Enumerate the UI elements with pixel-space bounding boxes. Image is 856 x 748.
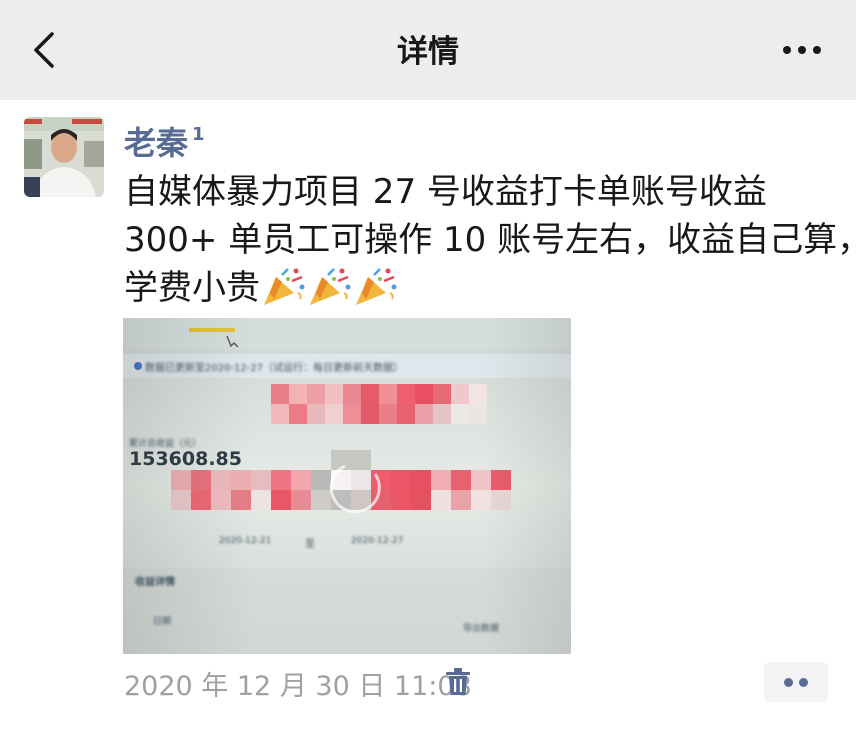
photo-row-label: 日期 — [153, 617, 172, 627]
post-line-1: 自媒体暴力项目 27 号收益打卡单账号收益 — [124, 172, 767, 212]
nav-bar: 详情 — [0, 0, 856, 100]
post-content: 自媒体暴力项目 27 号收益打卡单账号收益 300+ 单员工可操作 10 账号左… — [124, 168, 856, 312]
comment-like-button[interactable] — [764, 662, 828, 702]
author-name-text[interactable]: 老秦 — [124, 124, 188, 162]
photo-banner-text: 数据已更新至2020-12-27（试运行：每日更新前天数据） — [145, 363, 404, 374]
author-badge: 1 — [192, 124, 205, 145]
party-popper-icon — [310, 268, 351, 305]
photo-date-start: 2020-12-21 — [219, 536, 272, 546]
post-line-2: 300+ 单员工可操作 10 账号左右，收益自己算， — [124, 220, 856, 260]
chevron-left-icon[interactable] — [28, 30, 62, 70]
photo-total-value: 153608.85 — [129, 448, 242, 470]
more-horizontal-icon[interactable] — [782, 38, 822, 62]
comment-dot-icon — [799, 678, 808, 687]
post-line-3: 学费小贵 — [124, 264, 839, 312]
author-name[interactable]: 老秦 1 — [124, 118, 205, 164]
photo-date-end: 2020-12-27 — [351, 536, 404, 546]
page-title: 详情 — [397, 34, 459, 70]
post-photo[interactable]: 数据已更新至2020-12-27（试运行：每日更新前天数据） 累计总收益（元） … — [123, 318, 571, 654]
photo-section-label: 收益详情 — [135, 577, 175, 588]
party-popper-icon — [264, 268, 305, 305]
comment-dot-icon — [784, 678, 793, 687]
post-timestamp: 2020 年 12 月 30 日 11:08 — [124, 671, 472, 702]
photo-date-sep: 至 — [305, 539, 315, 550]
post-line-3-text: 学费小贵 — [124, 268, 260, 308]
trash-icon[interactable] — [444, 667, 472, 697]
photo-export-label: 导出数据 — [463, 624, 500, 634]
avatar[interactable] — [24, 117, 104, 197]
party-popper-icon — [356, 268, 397, 305]
